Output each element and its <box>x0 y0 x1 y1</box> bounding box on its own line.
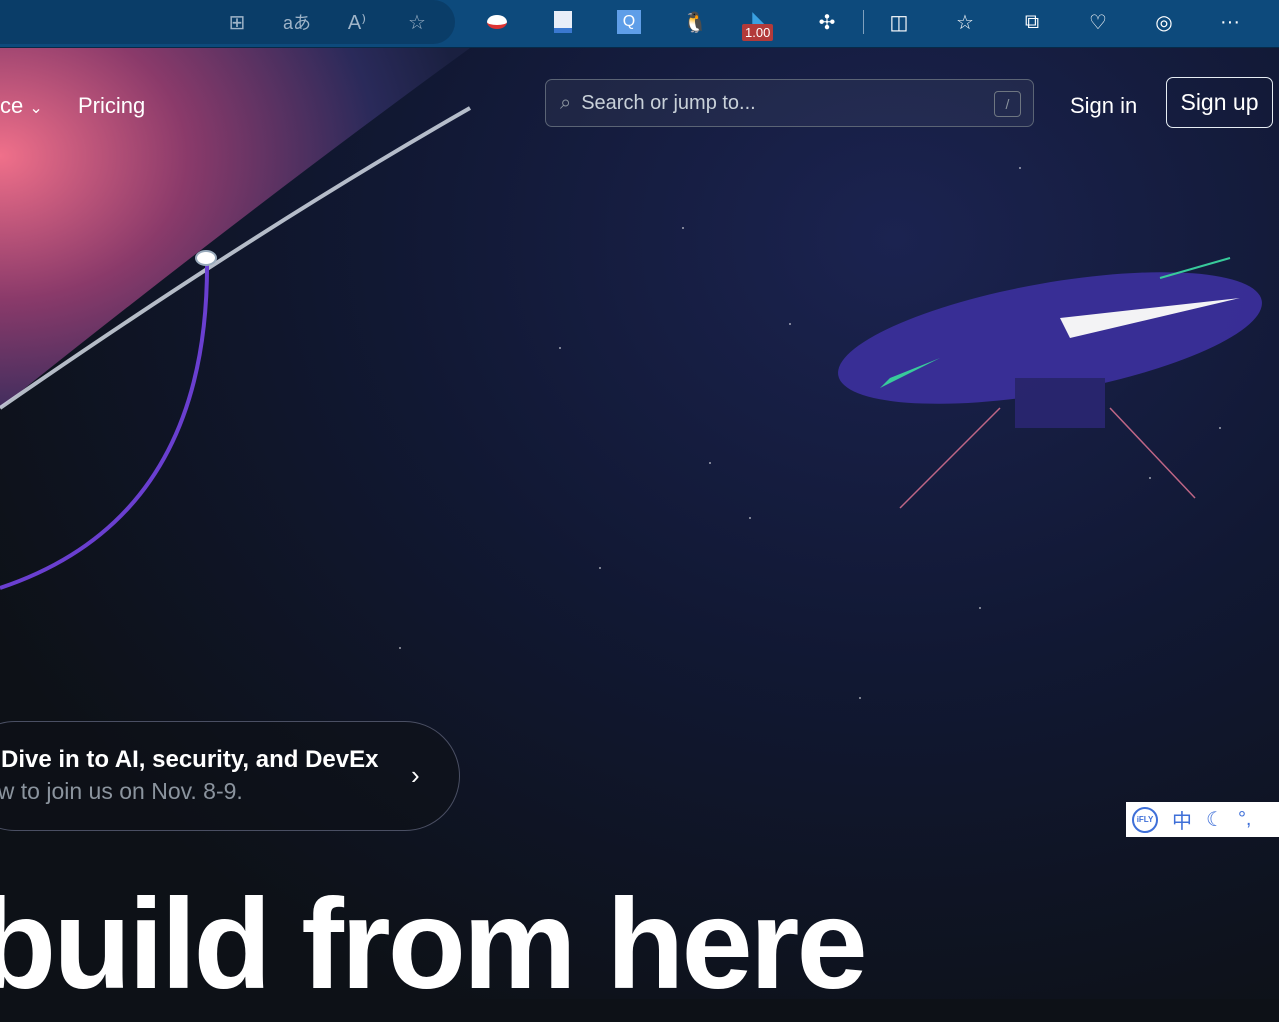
more-icon[interactable]: ··· <box>1214 6 1246 38</box>
speed-badge: 1.00 <box>742 24 774 41</box>
ime-toolbar[interactable]: iFLY 中 ☾ °, <box>1126 802 1279 837</box>
github-homepage: ce ⌄ Pricing ⌕ Search or jump to... / Si… <box>0 48 1279 1016</box>
chinese-mode-toggle[interactable]: 中 <box>1172 805 1192 834</box>
favorites-icon[interactable]: ☆ <box>949 6 981 38</box>
slash-shortcut-hint: / <box>994 91 1021 117</box>
search-placeholder: Search or jump to... <box>581 91 756 114</box>
toolbar-divider <box>863 10 864 34</box>
extension-doc-icon[interactable] <box>547 6 579 38</box>
planet <box>0 48 470 408</box>
punctuation-toggle[interactable]: °, <box>1238 808 1252 831</box>
nav-item-pricing[interactable]: Pricing <box>78 93 145 119</box>
search-input[interactable]: ⌕ Search or jump to... / <box>545 79 1034 127</box>
browser-toolbar: ⊞ aあ A⁾ ☆ Q 🐧 ◣ 1.00 ✣ ◫ ☆ ⧉ ♡ ◎ ··· <box>0 0 1279 48</box>
browser-essentials-icon[interactable]: ♡ <box>1082 6 1114 38</box>
chevron-down-icon: ⌄ <box>29 100 43 117</box>
search-icon: ⌕ <box>560 91 572 114</box>
chevron-right-icon: › <box>411 760 420 790</box>
translate-icon[interactable]: aあ <box>281 6 313 38</box>
sign-up-button[interactable]: Sign up <box>1166 77 1273 128</box>
banner-subtitle: ow to join us on Nov. 8-9. <box>0 778 243 804</box>
favorite-star-icon[interactable]: ☆ <box>401 6 433 38</box>
nav-item-label: ce <box>0 93 24 118</box>
space-illustration <box>0 48 1262 699</box>
extension-search-icon[interactable]: Q <box>613 6 645 38</box>
app-grid-icon[interactable]: ⊞ <box>221 6 253 38</box>
ifly-logo-icon[interactable]: iFLY <box>1132 806 1158 833</box>
extension-bird-icon[interactable]: 🐧 <box>679 6 711 38</box>
banner-title: Dive in to AI, security, and DevEx <box>1 746 379 773</box>
nav-item-partial[interactable]: ce ⌄ <box>0 93 43 119</box>
sign-in-link[interactable]: Sign in <box>1070 93 1137 119</box>
moon-icon[interactable]: ☾ <box>1206 807 1224 832</box>
read-aloud-icon[interactable]: A⁾ <box>341 6 373 38</box>
orbit-marker <box>195 250 217 266</box>
universe-banner[interactable]: Dive in to AI, security, and DevEx ow to… <box>0 721 460 831</box>
stars <box>399 167 1221 699</box>
helicopter <box>838 257 1262 509</box>
screenshot-icon[interactable]: ◎ <box>1148 6 1180 38</box>
collections-icon[interactable]: ⧉ <box>1016 6 1048 38</box>
split-screen-icon[interactable]: ◫ <box>883 6 915 38</box>
extensions-icon[interactable]: ✣ <box>811 6 843 38</box>
extension-1-icon[interactable] <box>481 6 513 38</box>
